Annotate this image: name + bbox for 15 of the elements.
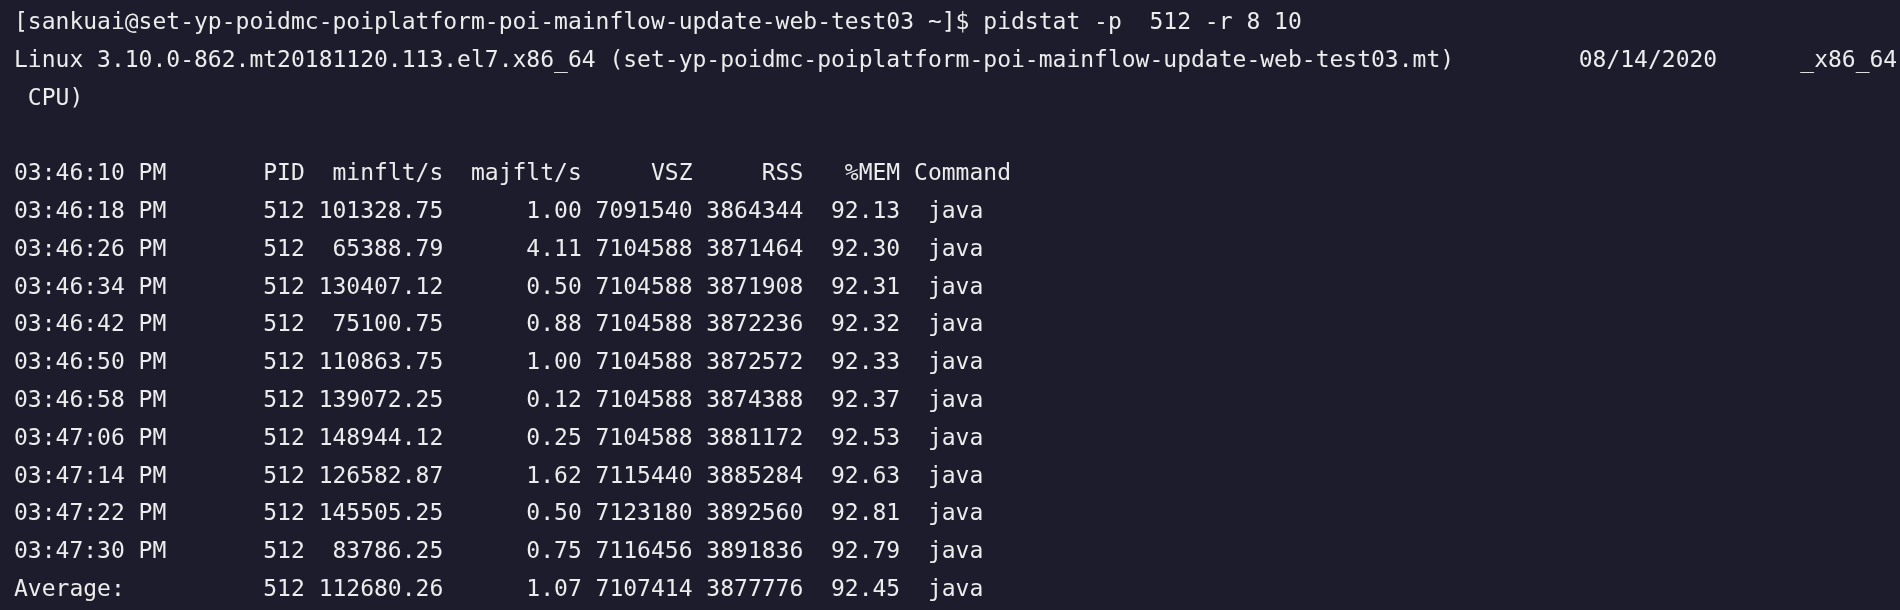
table-row-text: 03:46:34 PM 512 130407.12 0.50 7104588 3871908 92.31 java (14, 271, 984, 301)
table-row-text: 03:46:26 PM 512 65388.79 4.11 7104588 3871464 92.30 java (14, 233, 984, 263)
table-row-text: 03:46:58 PM 512 139072.25 0.12 7104588 3874388 92.37 java (14, 384, 984, 414)
table-row-text: 03:46:42 PM 512 75100.75 0.88 7104588 3872236 92.32 java (14, 309, 984, 339)
command-line: [sankuai@set-yp-poidmc-poiplatform-poi-mainflow-update-web-test03 ~]$ pidstat -p 512 -r 8 10 (14, 7, 1302, 36)
table-row-text: Average: 512 112680.26 1.07 7107414 3877776 92.45 java (14, 573, 984, 603)
table-row-text: 03:47:14 PM 512 126582.87 1.62 7115440 3885284 92.63 java (14, 460, 984, 490)
output-line: Linux 3.10.0-862.mt20181120.113.el7.x86_64 (set-yp-poidmc-poiplatform-poi-mainflow-update-web-test03.mt) 08/14/2020 _x86_64 (14, 44, 1898, 75)
table-row-text: 03:46:50 PM 512 110863.75 1.00 7104588 3872572 92.33 java (14, 347, 984, 377)
table-row-text: 03:47:22 PM 512 145505.25 0.50 7123180 3892560 92.81 java (14, 498, 984, 528)
table-row-text: 03:47:30 PM 512 83786.25 0.75 7116456 3891836 92.79 java (14, 536, 984, 566)
output-line: CPU) (26, 82, 84, 112)
table-row-text: 03:46:18 PM 512 101328.75 1.00 7091540 3864344 92.13 java (14, 196, 984, 225)
table-row-text: 03:47:06 PM 512 148944.12 0.25 7104588 3881172 92.53 java (14, 422, 984, 452)
table-header: 03:46:10 PM PID minflt/s majflt/s VSZ RSS %MEM Command (14, 158, 1011, 188)
